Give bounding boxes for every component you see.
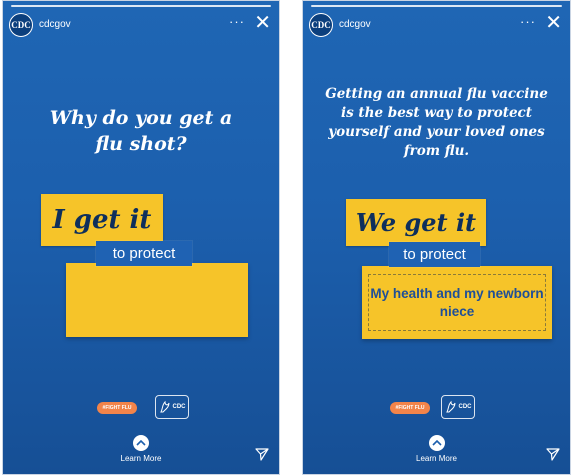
close-icon[interactable]: ✕ xyxy=(254,13,271,33)
story-header: CDC cdcgov ··· ✕ xyxy=(9,13,273,39)
story-progress-bar xyxy=(11,5,271,7)
avatar[interactable]: CDC xyxy=(309,13,333,37)
to-protect-chip: to protect xyxy=(96,241,192,266)
we-get-it-tag: We get it xyxy=(346,199,486,246)
answer-box-empty xyxy=(66,263,248,337)
learn-more-button[interactable]: Learn More xyxy=(303,435,570,463)
fight-flu-badge: #FIGHT FLU xyxy=(97,402,137,414)
close-icon[interactable]: ✕ xyxy=(545,13,562,33)
story-question: Why do you get a flu shot? xyxy=(49,107,233,155)
chevron-up-icon[interactable] xyxy=(428,435,445,451)
sticker-row: #FIGHT FLU CDC xyxy=(3,395,279,421)
hhs-label: CDC xyxy=(172,404,186,410)
to-protect-chip: to protect xyxy=(389,242,480,267)
hhs-label: CDC xyxy=(458,404,472,410)
answer-box: My health and my newborn niece xyxy=(362,266,552,339)
chevron-up-icon[interactable] xyxy=(133,435,149,451)
i-get-it-tag: I get it xyxy=(41,194,163,246)
story-panel-right: CDC cdcgov ··· ✕ Getting an annual flu v… xyxy=(302,0,571,475)
send-icon[interactable] xyxy=(546,447,560,461)
answer-text[interactable]: My health and my newborn niece xyxy=(368,274,546,331)
story-progress-bar xyxy=(311,5,562,7)
learn-more-label[interactable]: Learn More xyxy=(303,454,570,463)
hhs-cdc-badge: CDC xyxy=(155,395,189,419)
learn-more-button[interactable]: Learn More xyxy=(3,435,279,463)
fight-flu-badge: #FIGHT FLU xyxy=(390,402,430,414)
hhs-eagle-icon xyxy=(445,400,455,413)
story-panel-left: CDC cdcgov ··· ✕ Why do you get a flu sh… xyxy=(2,0,280,475)
hhs-cdc-badge: CDC xyxy=(441,395,475,419)
account-name[interactable]: cdcgov xyxy=(339,19,371,30)
more-options-icon[interactable]: ··· xyxy=(520,14,536,29)
send-icon[interactable] xyxy=(255,447,269,461)
story-statement: Getting an annual flu vaccine is the bes… xyxy=(325,86,548,159)
account-name[interactable]: cdcgov xyxy=(39,19,71,30)
more-options-icon[interactable]: ··· xyxy=(229,14,245,29)
sticker-row: #FIGHT FLU CDC xyxy=(303,395,570,421)
avatar[interactable]: CDC xyxy=(9,13,33,37)
story-header: CDC cdcgov ··· ✕ xyxy=(309,13,564,39)
learn-more-label[interactable]: Learn More xyxy=(3,454,279,463)
hhs-eagle-icon xyxy=(159,400,169,413)
